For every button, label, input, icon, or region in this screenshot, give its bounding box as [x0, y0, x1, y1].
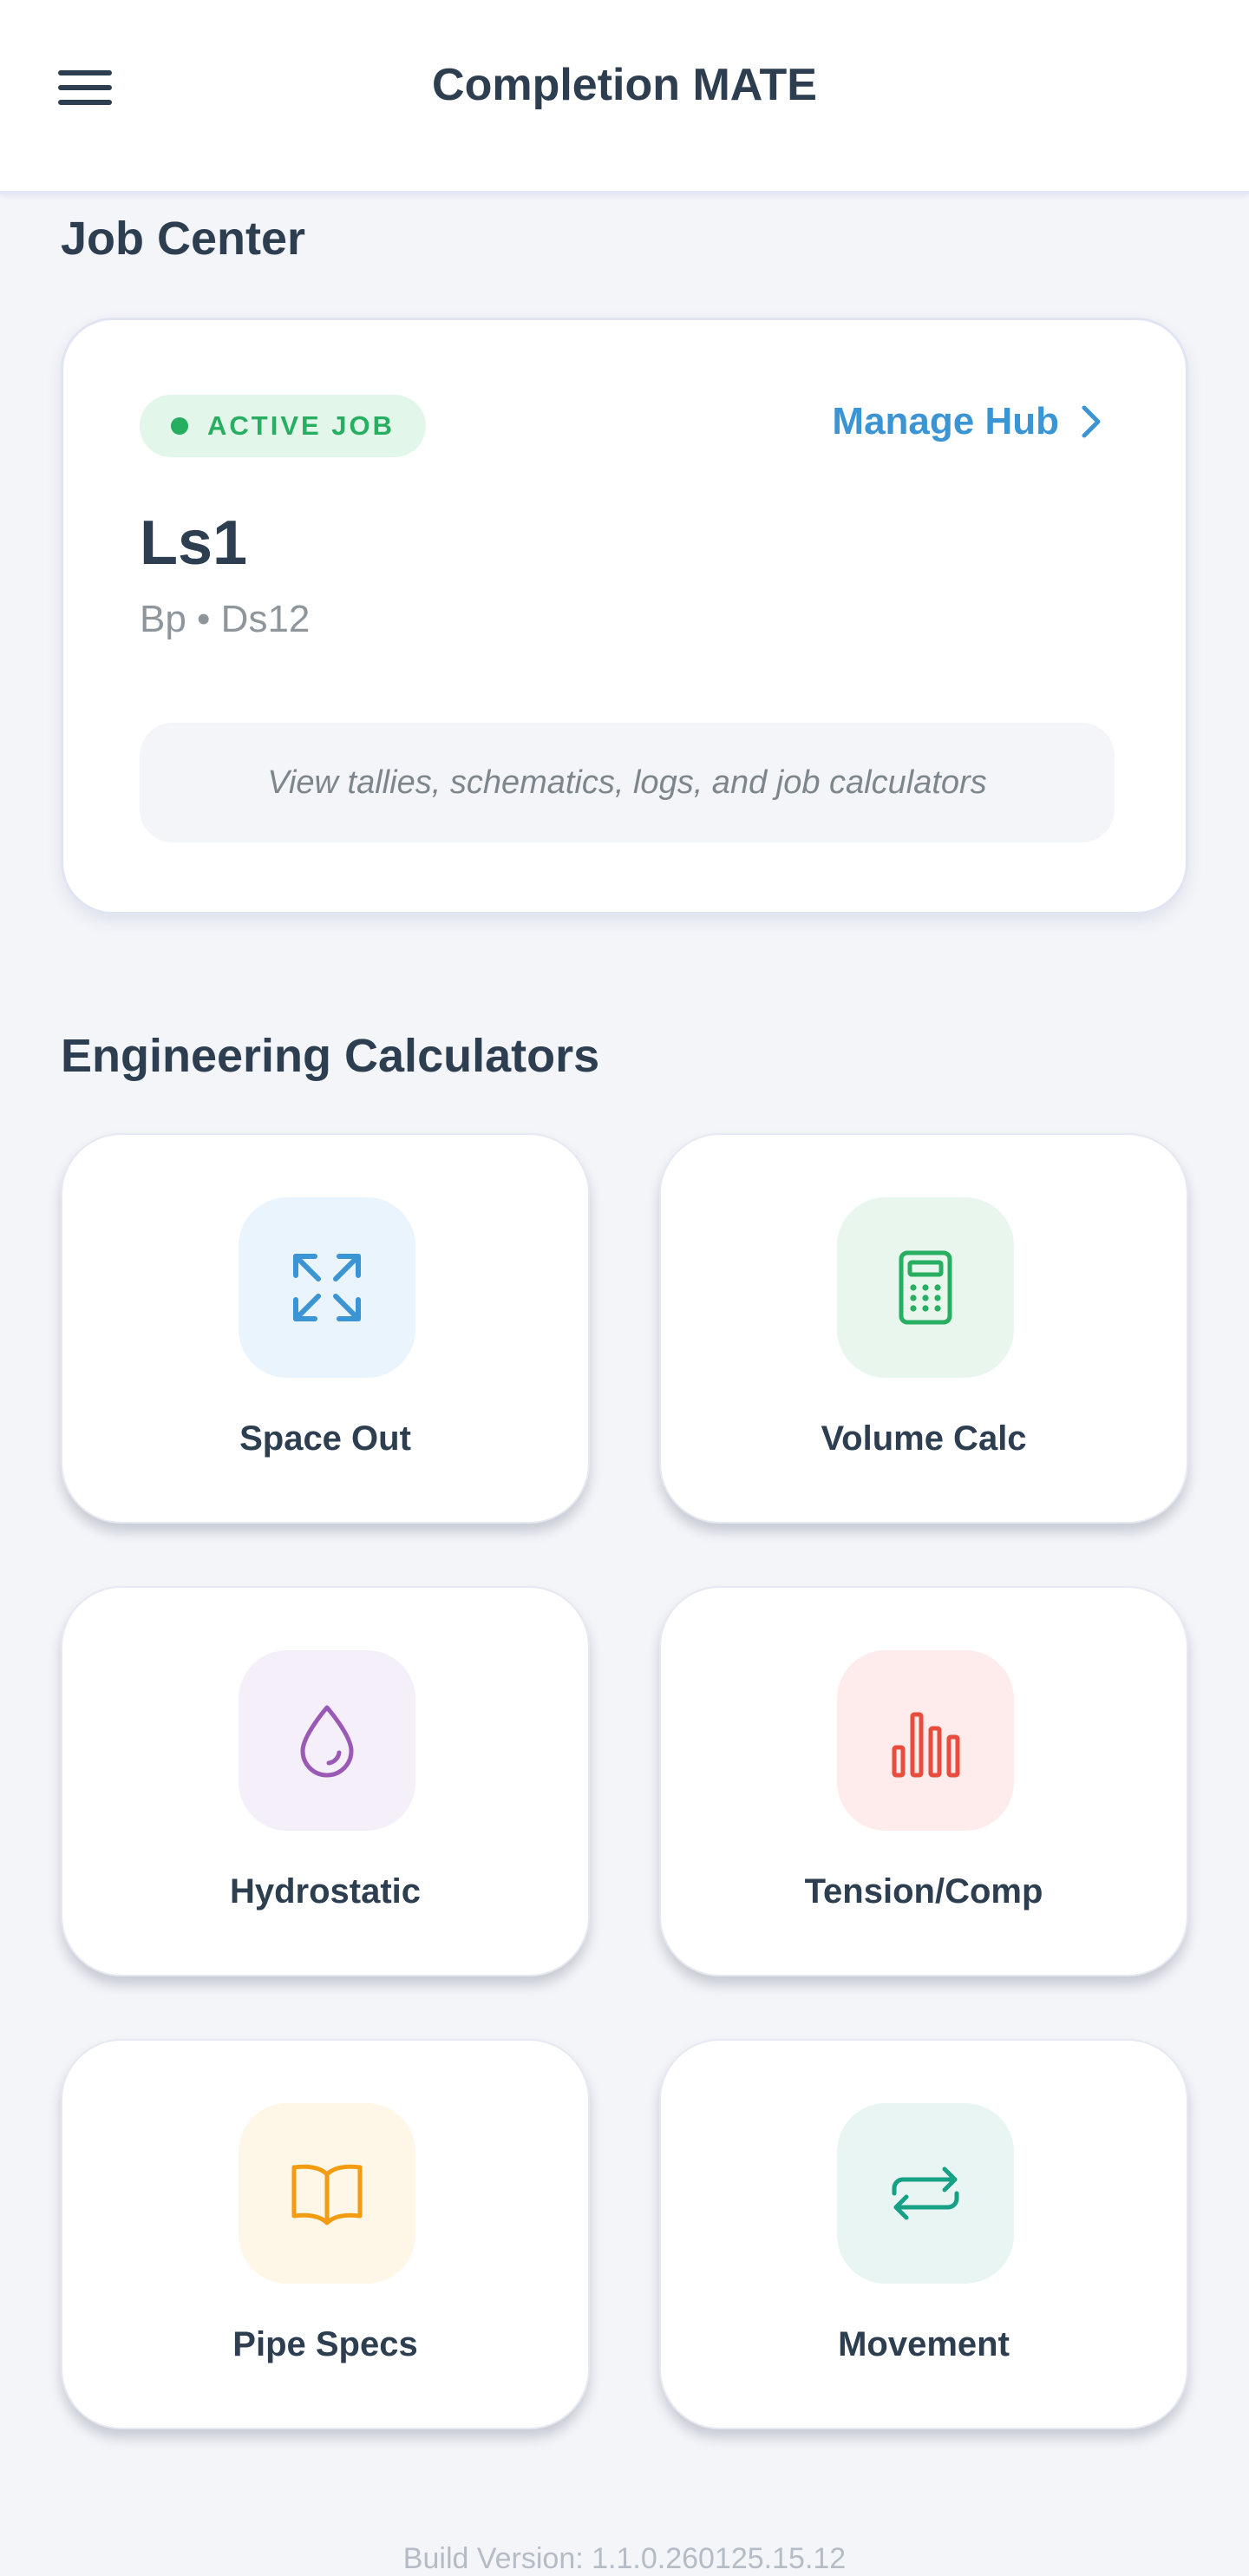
job-hint: View tallies, schematics, logs, and job … [140, 723, 1115, 842]
chevron-right-icon [1082, 405, 1101, 438]
expand-arrows-icon [293, 1254, 361, 1321]
app-header: Completion MATE [0, 0, 1249, 194]
calculator-icon [899, 1250, 952, 1325]
calc-label: Pipe Specs [232, 2325, 418, 2363]
calc-label: Movement [838, 2325, 1010, 2363]
repeat-arrows-icon [892, 2166, 959, 2220]
icon-box [239, 1197, 415, 1378]
manage-hub-link[interactable]: Manage Hub [832, 400, 1102, 443]
space-out-tile[interactable]: Space Out [61, 1133, 590, 1524]
active-job-card[interactable]: ACTIVE JOB Manage Hub Ls1 Bp • Ds12 View… [61, 318, 1188, 914]
job-name: Ls1 [140, 508, 248, 578]
calc-label: Volume Calc [821, 1419, 1027, 1458]
badge-label: ACTIVE JOB [207, 410, 396, 441]
tension-comp-tile[interactable]: Tension/Comp [659, 1586, 1188, 1976]
calc-label: Space Out [239, 1419, 411, 1458]
volume-calc-tile[interactable]: Volume Calc [659, 1133, 1188, 1524]
bar-chart-icon [892, 1712, 960, 1778]
status-dot-icon [171, 417, 188, 435]
job-center-title: Job Center [61, 213, 306, 265]
engineering-calculators-title: Engineering Calculators [61, 1030, 600, 1082]
icon-box [837, 1197, 1014, 1378]
manage-hub-label: Manage Hub [832, 400, 1059, 442]
movement-tile[interactable]: Movement [659, 2039, 1188, 2429]
job-meta: Bp • Ds12 [140, 598, 311, 640]
active-job-badge: ACTIVE JOB [140, 395, 427, 457]
icon-box [837, 1650, 1014, 1831]
open-book-icon [291, 2164, 363, 2225]
build-version: Build Version: 1.1.0.260125.15.12 [402, 2542, 847, 2575]
droplet-icon [300, 1705, 354, 1778]
icon-box [239, 2103, 415, 2284]
calc-label: Tension/Comp [804, 1872, 1043, 1911]
app-title: Completion MATE [432, 60, 817, 110]
calc-label: Hydrostatic [229, 1872, 422, 1911]
hydrostatic-tile[interactable]: Hydrostatic [61, 1586, 590, 1976]
pipe-specs-tile[interactable]: Pipe Specs [61, 2039, 590, 2429]
icon-box [837, 2103, 1014, 2284]
icon-box [239, 1650, 415, 1831]
